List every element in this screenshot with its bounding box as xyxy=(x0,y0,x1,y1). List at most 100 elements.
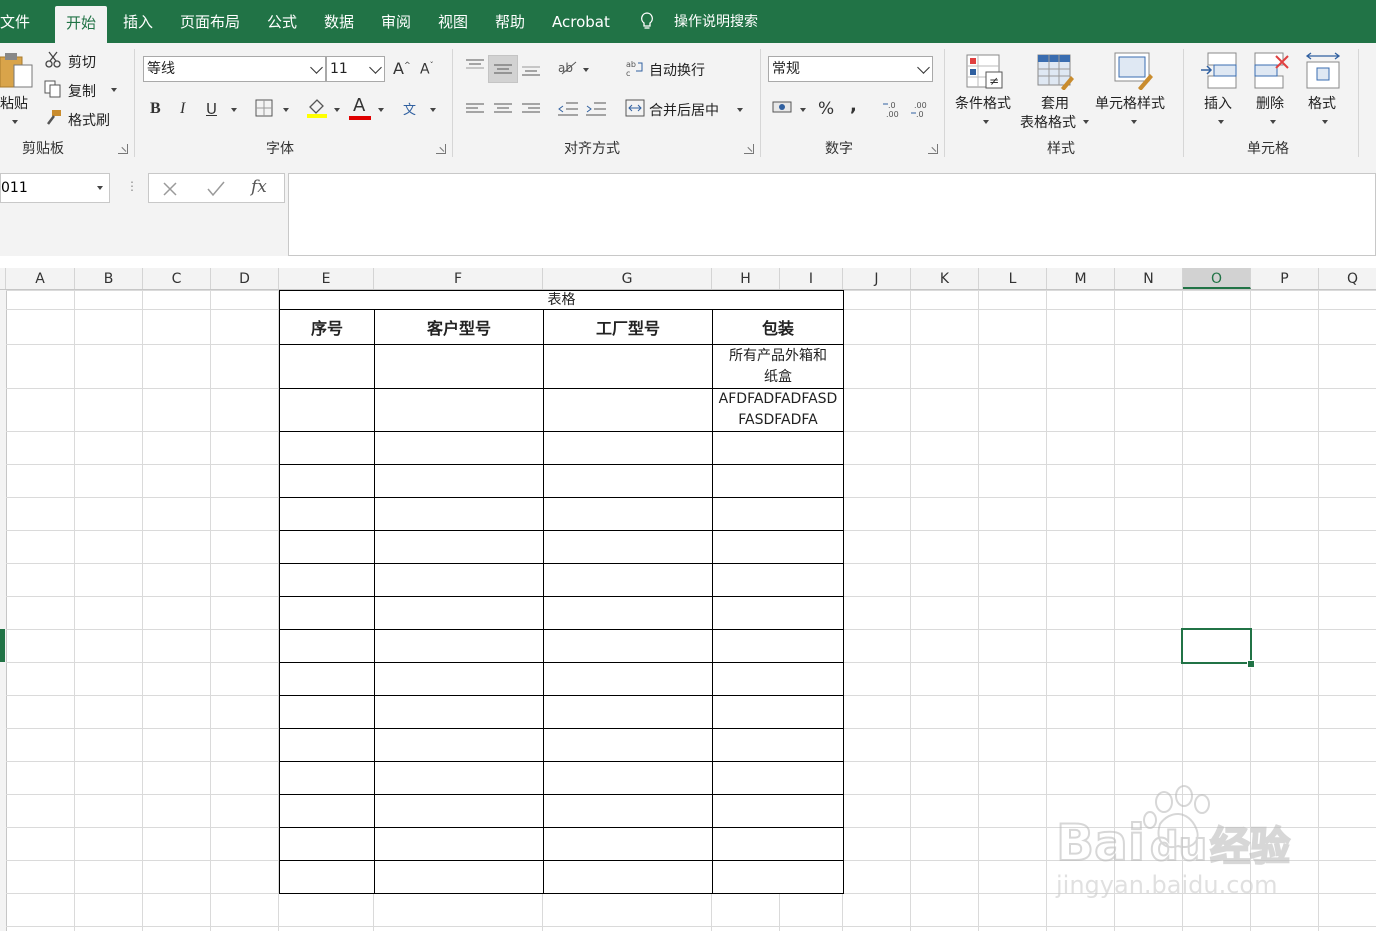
font-launcher-icon[interactable] xyxy=(436,144,446,154)
orientation-icon[interactable]: ab xyxy=(558,58,580,76)
table-cell[interactable] xyxy=(374,860,544,894)
comma-button[interactable]: , xyxy=(850,95,857,116)
name-box[interactable]: 011 xyxy=(0,173,110,203)
table-cell[interactable] xyxy=(712,464,844,498)
table-cell[interactable] xyxy=(374,431,544,465)
table-cell[interactable] xyxy=(543,431,713,465)
font-color-icon[interactable]: A xyxy=(353,95,365,116)
table-cell[interactable]: AFDFADFADFASD FASDFADFA xyxy=(712,388,844,432)
table-format-dropdown-icon[interactable] xyxy=(1083,120,1089,124)
column-header-k[interactable]: K xyxy=(911,268,979,289)
formula-input[interactable] xyxy=(288,173,1376,256)
increase-decimal-icon[interactable]: .0.00 xyxy=(882,99,902,119)
column-header-q[interactable]: Q xyxy=(1319,268,1376,289)
table-cell[interactable] xyxy=(712,860,844,894)
paste-dropdown-icon[interactable] xyxy=(12,120,18,124)
table-cell[interactable] xyxy=(374,728,544,762)
table-cell[interactable] xyxy=(374,563,544,597)
fill-handle[interactable] xyxy=(1247,660,1255,668)
table-cell[interactable] xyxy=(279,629,375,663)
column-header-e[interactable]: E xyxy=(279,268,374,289)
enter-check-icon[interactable] xyxy=(207,181,225,197)
table-cell[interactable] xyxy=(543,388,713,432)
name-box-dropdown-icon[interactable] xyxy=(97,186,103,190)
conditional-dropdown-icon[interactable] xyxy=(983,120,989,124)
table-cell[interactable] xyxy=(279,761,375,795)
column-header-f[interactable]: F xyxy=(374,268,543,289)
table-cell[interactable] xyxy=(279,530,375,564)
column-header-l[interactable]: L xyxy=(979,268,1047,289)
phonetic-icon[interactable]: 文 xyxy=(403,99,416,118)
table-cell[interactable] xyxy=(712,431,844,465)
table-cell[interactable] xyxy=(712,794,844,828)
table-cell[interactable] xyxy=(543,344,713,389)
insert-cells-button[interactable]: 插入 xyxy=(1204,93,1232,113)
table-cell[interactable] xyxy=(374,344,544,389)
tab-formulas[interactable]: 公式 xyxy=(267,0,297,43)
table-cell[interactable] xyxy=(279,662,375,696)
column-header-a[interactable]: A xyxy=(6,268,75,289)
table-cell[interactable] xyxy=(543,563,713,597)
number-launcher-icon[interactable] xyxy=(928,144,938,154)
column-header-i[interactable]: I xyxy=(780,268,843,289)
decrease-decimal-icon[interactable]: .00.0 xyxy=(910,99,930,119)
table-cell[interactable] xyxy=(279,431,375,465)
format-as-table-label-1[interactable]: 套用 xyxy=(1041,93,1069,113)
tab-file[interactable]: 文件 xyxy=(0,0,30,43)
tab-page-layout[interactable]: 页面布局 xyxy=(180,0,240,43)
align-right-icon[interactable] xyxy=(522,102,540,116)
paste-button[interactable] xyxy=(0,51,36,97)
table-cell[interactable] xyxy=(712,596,844,630)
column-header-o[interactable]: O xyxy=(1183,268,1251,289)
table-cell[interactable] xyxy=(374,497,544,531)
accounting-dropdown-icon[interactable] xyxy=(800,108,806,112)
table-cell[interactable] xyxy=(279,344,375,389)
table-cell[interactable] xyxy=(374,794,544,828)
fill-color-icon[interactable] xyxy=(306,97,328,119)
column-header-n[interactable]: N xyxy=(1115,268,1183,289)
table-cell[interactable] xyxy=(279,596,375,630)
cancel-icon[interactable] xyxy=(162,181,178,197)
resize-handle-icon[interactable]: ⋮ xyxy=(126,179,138,193)
alignment-launcher-icon[interactable] xyxy=(744,144,754,154)
table-cell[interactable] xyxy=(374,761,544,795)
tab-insert[interactable]: 插入 xyxy=(123,0,153,43)
table-header-cell[interactable]: 客户型号 xyxy=(374,309,544,345)
borders-icon[interactable] xyxy=(255,99,273,117)
table-cell[interactable] xyxy=(279,794,375,828)
font-color-dropdown-icon[interactable] xyxy=(378,108,384,112)
table-cell[interactable] xyxy=(543,497,713,531)
column-header-g[interactable]: G xyxy=(543,268,712,289)
table-cell[interactable] xyxy=(374,695,544,729)
table-cell[interactable] xyxy=(279,860,375,894)
borders-dropdown-icon[interactable] xyxy=(283,108,289,112)
table-cell[interactable] xyxy=(712,629,844,663)
decrease-indent-icon[interactable] xyxy=(558,101,578,117)
table-cell[interactable] xyxy=(543,629,713,663)
conditional-format-button[interactable]: 条件格式 xyxy=(955,93,1011,113)
merge-center-button[interactable]: 合并后居中 xyxy=(649,100,719,120)
table-cell[interactable] xyxy=(543,464,713,498)
tab-home[interactable]: 开始 xyxy=(55,6,107,43)
table-cell[interactable] xyxy=(279,827,375,861)
table-cell[interactable] xyxy=(374,629,544,663)
table-cell[interactable] xyxy=(374,388,544,432)
increase-font-icon[interactable]: A^ xyxy=(393,59,411,78)
bold-button[interactable]: B xyxy=(150,100,161,118)
column-header-j[interactable]: J xyxy=(843,268,911,289)
format-dropdown-icon[interactable] xyxy=(1322,120,1328,124)
table-cell[interactable] xyxy=(712,530,844,564)
tab-data[interactable]: 数据 xyxy=(324,0,354,43)
tab-review[interactable]: 审阅 xyxy=(381,0,411,43)
table-cell[interactable] xyxy=(374,530,544,564)
copy-button[interactable]: 复制 xyxy=(68,81,96,101)
phonetic-dropdown-icon[interactable] xyxy=(430,108,436,112)
active-cell[interactable] xyxy=(1181,628,1252,664)
table-cell[interactable] xyxy=(279,728,375,762)
format-cells-button[interactable]: 格式 xyxy=(1308,93,1336,113)
table-cell[interactable] xyxy=(712,662,844,696)
table-cell[interactable] xyxy=(279,497,375,531)
table-cell[interactable] xyxy=(279,563,375,597)
table-cell[interactable] xyxy=(543,728,713,762)
table-cell[interactable] xyxy=(374,827,544,861)
